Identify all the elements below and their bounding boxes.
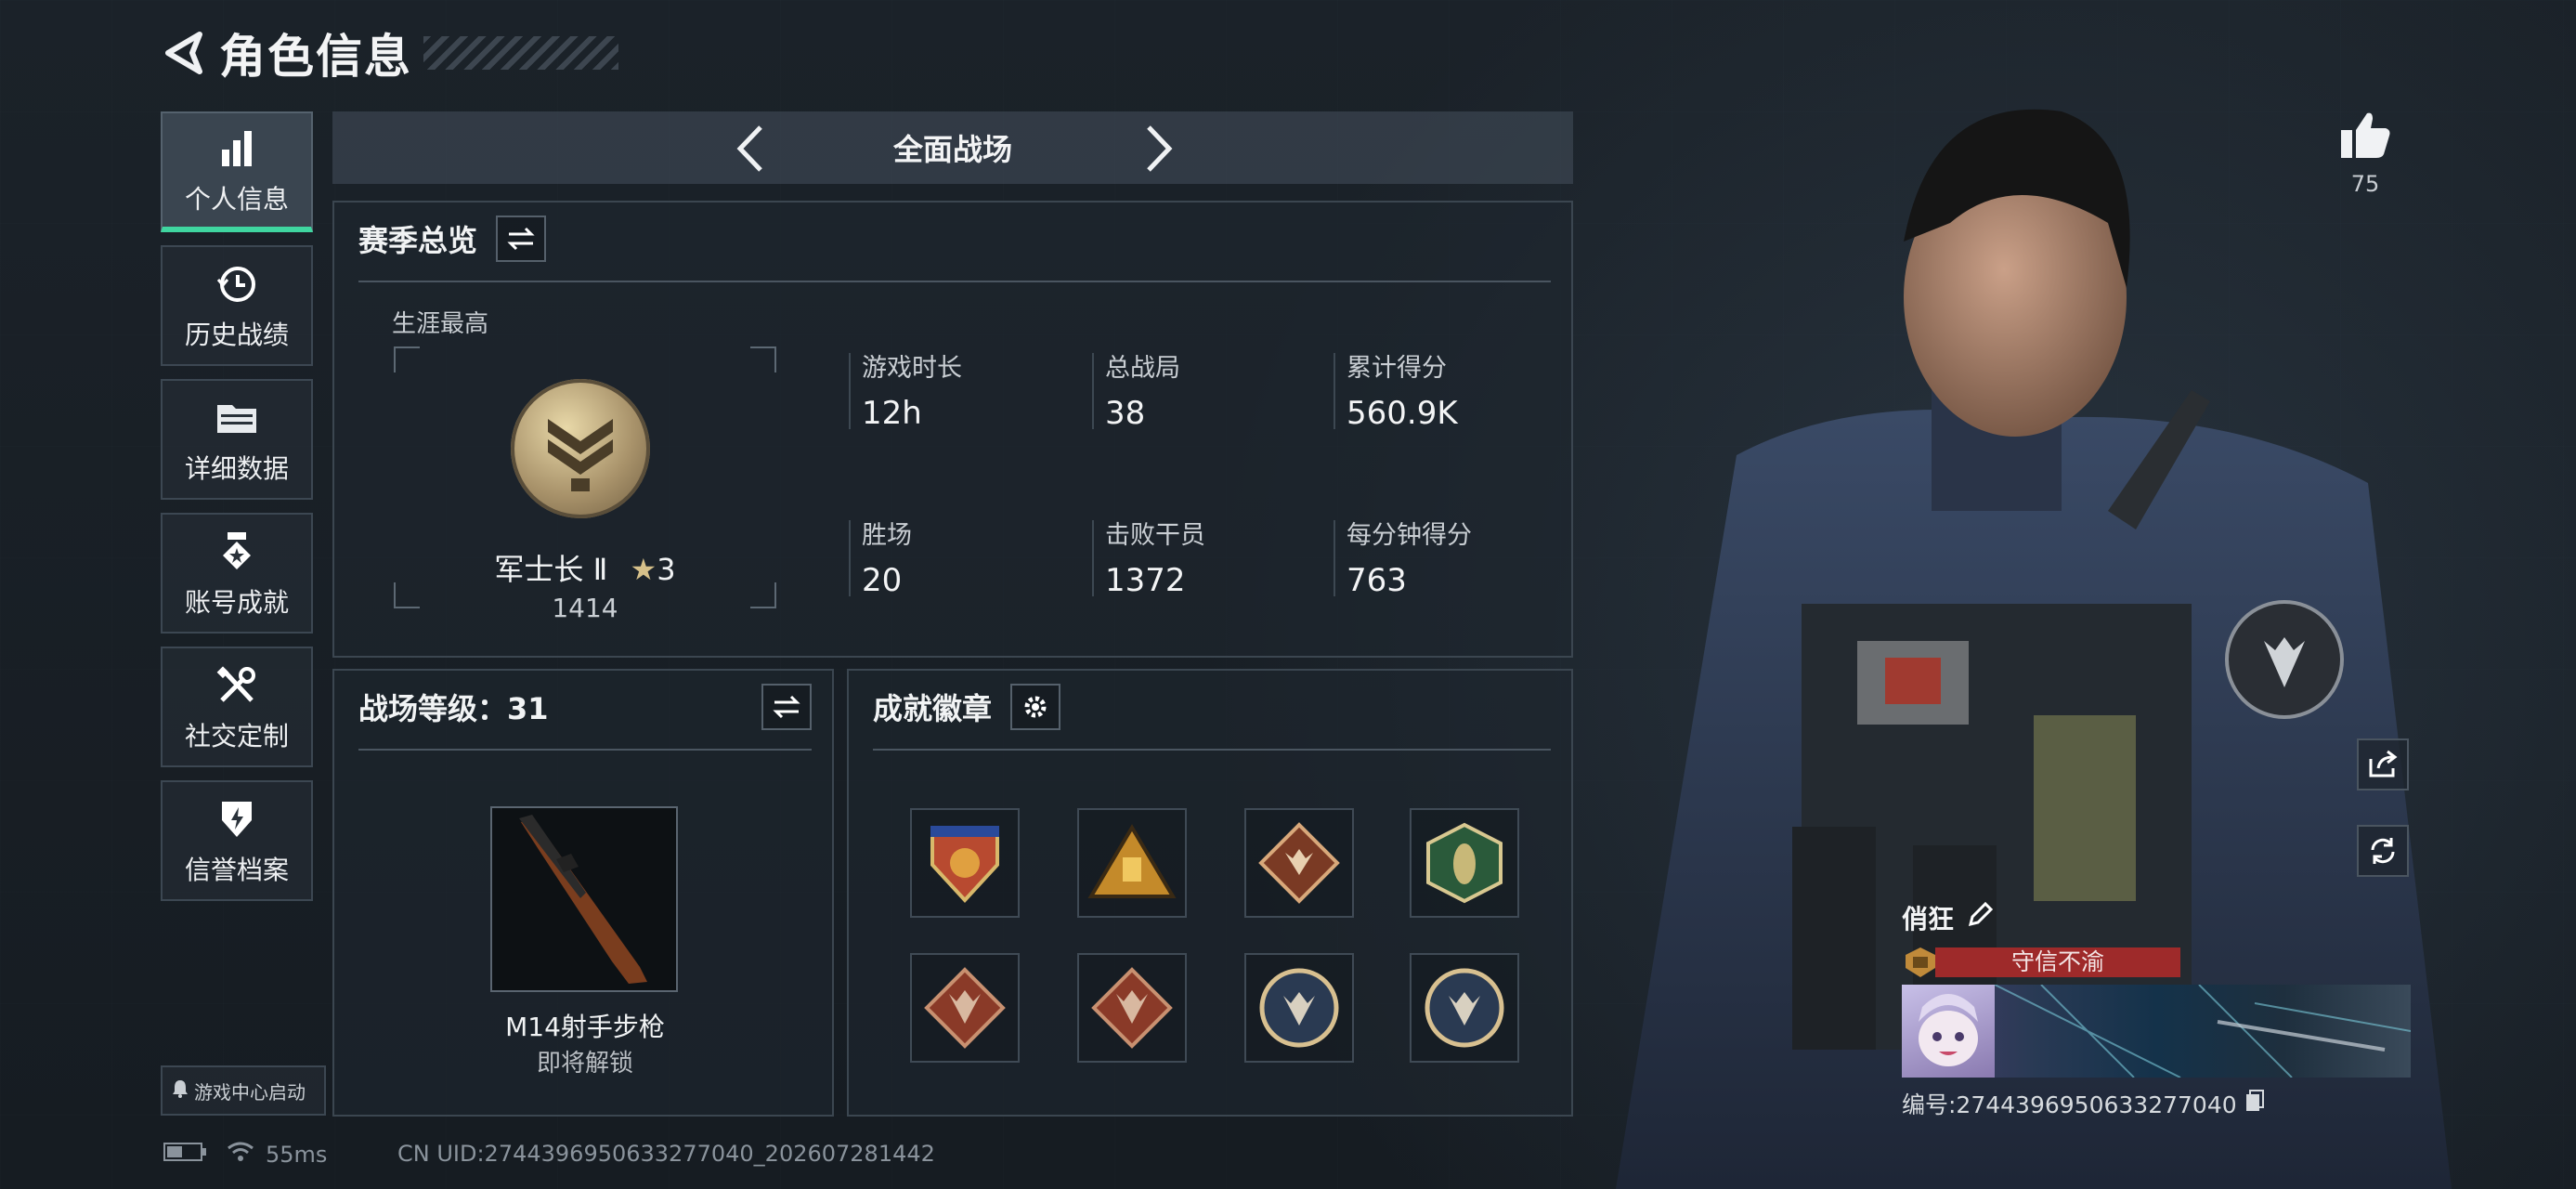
badge-settings-button[interactable] (1010, 684, 1061, 730)
reputation-tag-label: 守信不渝 (1935, 947, 2180, 977)
sidebar-item-credit[interactable]: 信誉档案 (161, 780, 313, 901)
chevron-left-icon (736, 125, 762, 172)
stat-total-matches: 总战局 38 (1092, 347, 1315, 432)
pencil-icon (1968, 901, 1994, 926)
rank-badge-icon (511, 379, 650, 518)
achievement-badges-panel: 成就徽章 (847, 669, 1573, 1117)
sidebar-item-social[interactable]: 社交定制 (161, 647, 313, 767)
profile-banner[interactable] (1902, 985, 2411, 1078)
bell-icon (172, 1079, 189, 1103)
mode-prev-button[interactable] (722, 121, 778, 176)
gear-icon (1024, 696, 1047, 718)
weapon-unlock-status: 即将解锁 (536, 1050, 633, 1078)
battlefield-level-title: 战场等级：31 (358, 691, 549, 726)
badge-wasp-hexagon[interactable] (1410, 808, 1519, 918)
badge-wolf-circle[interactable] (1244, 953, 1354, 1063)
reputation-emblem-icon (1902, 946, 1939, 979)
banner-art (1994, 985, 2411, 1078)
game-center-button[interactable]: 游戏中心启动 (161, 1065, 326, 1116)
season-switch-button[interactable] (496, 216, 547, 262)
copy-icon (2245, 1090, 2264, 1111)
copy-id-button[interactable] (2244, 1089, 2265, 1118)
game-center-label: 游戏中心启动 (194, 1080, 306, 1104)
refresh-icon (2371, 838, 2395, 864)
page-header: 角色信息 (158, 20, 618, 85)
divider (358, 749, 812, 751)
reputation-tag: 守信不渝 (1902, 946, 2180, 979)
swap-icon (773, 695, 800, 719)
status-bar: 55ms (163, 1141, 327, 1169)
battlefield-level-panel: 战场等级：31 M14射手步枪 即将解锁 (332, 669, 834, 1117)
season-overview-title: 赛季总览 (358, 223, 478, 258)
stat-total-score: 累计得分 560.9K (1334, 347, 1556, 432)
achievement-badges-title: 成就徽章 (873, 691, 993, 726)
stat-play-time: 游戏时长 12h (849, 347, 1072, 432)
sidebar-item-match-history[interactable]: 历史战绩 (161, 245, 313, 366)
stat-wins: 胜场 20 (849, 515, 1072, 599)
shield-icon (218, 794, 255, 844)
back-button[interactable] (158, 25, 208, 81)
swap-icon (507, 227, 535, 251)
mode-title: 全面战场 (892, 132, 1012, 167)
tools-icon (216, 660, 257, 711)
page-title: 角色信息 (219, 30, 412, 84)
sidebar-item-label: 个人信息 (184, 184, 289, 215)
rank-score: 1414 (552, 593, 618, 623)
chevron-right-icon (1147, 125, 1173, 172)
badge-crest-shield[interactable] (910, 808, 1020, 918)
career-high-label: 生涯最高 (392, 310, 489, 338)
weapon-image[interactable] (490, 806, 678, 992)
back-arrow-icon (165, 32, 202, 74)
sidebar-item-label: 信誉档案 (184, 855, 289, 885)
sidebar-item-label: 账号成就 (184, 587, 289, 618)
bar-chart-icon (218, 124, 255, 174)
thumbs-up-icon (2341, 112, 2390, 158)
like-count: 75 (2350, 171, 2380, 197)
divider (873, 749, 1551, 751)
sidebar-item-achievements[interactable]: 账号成就 (161, 513, 313, 634)
stat-kills: 击败干员 1372 (1092, 515, 1315, 599)
sidebar-item-personal-info[interactable]: 个人信息 (161, 111, 313, 232)
title-decoration (423, 36, 618, 70)
season-overview-panel: 赛季总览 生涯最高 军士长 Ⅱ ★3 1414 游戏时长 12h 总战局 38 … (332, 201, 1573, 658)
share-button[interactable] (2357, 738, 2409, 790)
sidebar-item-label: 详细数据 (184, 453, 289, 484)
sidebar-item-label: 历史战绩 (184, 320, 289, 350)
wifi-icon (227, 1141, 254, 1169)
badge-wolf-diamond[interactable] (1244, 808, 1354, 918)
rank-name: 军士长 Ⅱ ★3 (494, 552, 676, 587)
mode-next-button[interactable] (1131, 121, 1187, 176)
medal-icon (218, 527, 255, 577)
rifle-icon (519, 815, 647, 984)
badge-dragon-diamond[interactable] (910, 953, 1020, 1063)
sidebar-item-detailed-data[interactable]: 详细数据 (161, 379, 313, 500)
sidebar-item-label: 社交定制 (184, 721, 289, 751)
refresh-button[interactable] (2357, 825, 2409, 877)
ping-value: 55ms (266, 1142, 328, 1168)
player-id: 编号:2744396950633277040 (1902, 1091, 2237, 1118)
badge-wolf-circle[interactable] (1410, 953, 1519, 1063)
like-button[interactable]: 75 (2338, 110, 2392, 197)
divider (358, 281, 1551, 282)
folder-icon (215, 393, 258, 443)
badge-triangle-emblem[interactable] (1077, 808, 1187, 918)
sidebar: 个人信息 历史战绩 详细数据 账号成就 社交定制 信誉档案 (161, 111, 313, 914)
level-switch-button[interactable] (761, 684, 812, 730)
player-name: 俏狂 (1902, 904, 1955, 934)
share-icon (2369, 750, 2398, 777)
weapon-name: M14射手步枪 (505, 1012, 665, 1042)
profile-card: 俏狂 守信不渝 编号:2744396950633277040 (1902, 899, 2411, 1120)
uid-text: CN UID:2744396950633277040_202607281442 (397, 1141, 935, 1167)
badge-dragon-diamond[interactable] (1077, 953, 1187, 1063)
star-icon: ★ (630, 552, 657, 587)
clock-history-icon (215, 259, 258, 309)
battery-icon (163, 1141, 208, 1169)
mode-selector: 全面战场 (332, 111, 1573, 184)
stat-score-per-minute: 每分钟得分 763 (1334, 515, 1556, 599)
edit-name-button[interactable] (1967, 901, 1994, 934)
